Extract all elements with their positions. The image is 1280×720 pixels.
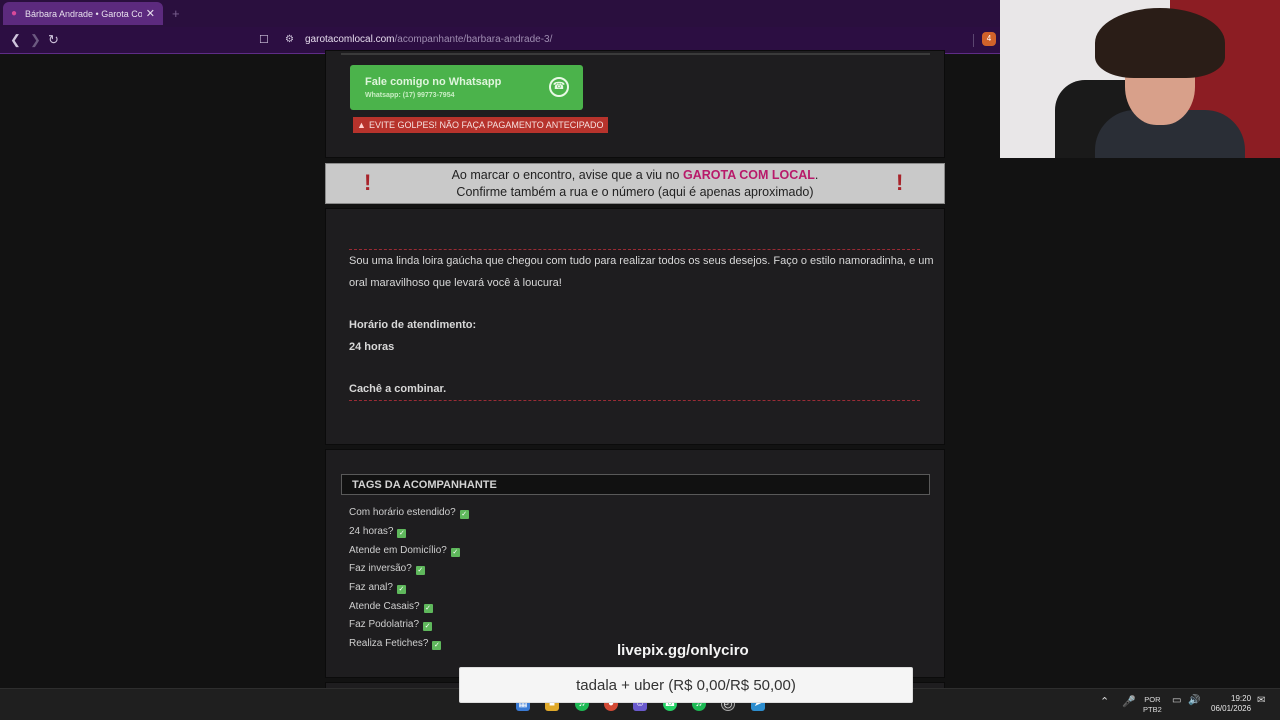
network-icon[interactable]: ▭ xyxy=(1172,695,1181,706)
cache-text: Cachê a combinar. xyxy=(349,383,447,395)
notice-line-2: Confirme também a rua e o número (aqui é… xyxy=(456,185,814,199)
tag-item: 24 horas? ✓ xyxy=(349,526,407,538)
keyboard-layout: PTB2 xyxy=(1143,705,1162,714)
reload-icon[interactable]: ↻ xyxy=(48,32,59,48)
tab-title: Bárbara Andrade • Garota Com xyxy=(25,8,142,19)
notice-text: Ao marcar o encontro, avise que a viu no xyxy=(451,168,683,182)
tag-label: 24 horas? xyxy=(349,526,394,537)
site-info-icon[interactable]: ⚙ xyxy=(285,32,294,48)
exclamation-icon: ! xyxy=(896,170,904,195)
checkmark-icon: ✓ xyxy=(415,566,425,575)
meeting-notice: ! Ao marcar o encontro, avise que a viu … xyxy=(325,163,945,204)
livepix-label: livepix.gg/onlyciro xyxy=(617,642,749,659)
webcam-overlay xyxy=(1000,0,1280,158)
hours-label: Horário de atendimento: xyxy=(349,319,477,331)
bookmark-icon[interactable]: ☐ xyxy=(259,32,269,48)
scam-warning-badge: ▲ EVITE GOLPES! NÃO FAÇA PAGAMENTO ANTEC… xyxy=(353,117,608,133)
dashed-divider xyxy=(349,249,920,250)
checkmark-icon: ✓ xyxy=(423,604,433,613)
checkmark-icon: ✓ xyxy=(432,641,442,650)
tag-item: Atende em Domicílio? ✓ xyxy=(349,545,460,557)
tag-label: Realiza Fetiches? xyxy=(349,638,429,649)
close-tab-icon[interactable]: ✕ xyxy=(146,7,155,20)
url-path: /acompanhante/barbara-andrade-3/ xyxy=(394,34,553,45)
browser-tab[interactable]: ● Bárbara Andrade • Garota Com ✕ xyxy=(3,2,163,25)
webcam-person-hair xyxy=(1095,8,1225,78)
url-field[interactable]: garotacomlocal.com/acompanhante/barbara-… xyxy=(305,34,552,45)
whatsapp-label: Fale comigo no Whatsapp xyxy=(365,76,502,88)
tag-label: Atende em Domicílio? xyxy=(349,545,447,556)
whatsapp-icon: ☎ xyxy=(549,77,569,97)
tag-label: Atende Casais? xyxy=(349,601,420,612)
notice-period: . xyxy=(814,168,819,182)
description-line-1: Sou uma linda loira gaúcha que chegou co… xyxy=(349,255,934,267)
microphone-icon[interactable]: 🎤 xyxy=(1122,695,1136,708)
extension-icon[interactable]: 4 xyxy=(982,32,996,46)
back-icon[interactable]: ❮ xyxy=(10,32,21,48)
checkmark-icon: ✓ xyxy=(459,510,469,519)
volume-icon[interactable]: 🔊 xyxy=(1188,695,1200,706)
checkmark-icon: ✓ xyxy=(450,548,460,557)
new-tab-icon[interactable]: + xyxy=(172,6,180,21)
notice-line-1: Ao marcar o encontro, avise que a viu no… xyxy=(326,168,944,182)
description-line-2: oral maravilhoso que levará você à loucu… xyxy=(349,277,562,289)
tag-label: Com horário estendido? xyxy=(349,507,456,518)
url-domain: garotacomlocal.com xyxy=(305,34,395,45)
checkmark-icon: ✓ xyxy=(397,529,407,538)
extension-badge: 4 xyxy=(986,34,992,43)
card-divider xyxy=(341,53,930,55)
donation-goal-bar: tadala + uber (R$ 0,00/R$ 50,00) xyxy=(459,667,913,703)
tag-item: Com horário estendido? ✓ xyxy=(349,507,469,519)
tag-label: Faz Podolatria? xyxy=(349,619,420,630)
whatsapp-number: Whatsapp: (17) 99773-7954 xyxy=(365,92,455,99)
tag-label: Faz anal? xyxy=(349,582,393,593)
language-indicator[interactable]: POR PTB2 xyxy=(1143,695,1162,715)
tags-heading: TAGS DA ACOMPANHANTE xyxy=(341,474,930,495)
whatsapp-button[interactable]: Fale comigo no Whatsapp Whatsapp: (17) 9… xyxy=(350,65,583,110)
checkmark-icon: ✓ xyxy=(396,585,406,594)
warning-icon: ▲ xyxy=(357,120,366,130)
tag-item: Faz anal? ✓ xyxy=(349,582,406,594)
tray-expand-icon[interactable]: ⌃ xyxy=(1100,695,1109,708)
tag-item: Atende Casais? ✓ xyxy=(349,601,433,613)
site-favicon-icon: ● xyxy=(11,7,18,19)
tag-label: Faz inversão? xyxy=(349,563,412,574)
hours-value: 24 horas xyxy=(349,341,395,353)
notice-brand: GAROTA COM LOCAL xyxy=(682,168,815,182)
tag-item: Faz inversão? ✓ xyxy=(349,563,425,575)
system-clock[interactable]: 19:20 06/01/2026 xyxy=(1211,694,1251,714)
tag-item: Realiza Fetiches? ✓ xyxy=(349,638,442,650)
warning-text: EVITE GOLPES! NÃO FAÇA PAGAMENTO ANTECIP… xyxy=(369,120,604,130)
dashed-divider xyxy=(349,400,920,401)
toolbar-divider xyxy=(973,34,974,47)
clock-time: 19:20 xyxy=(1231,694,1252,703)
notification-icon[interactable]: ✉ xyxy=(1257,695,1265,706)
language-code: POR xyxy=(1144,695,1161,704)
tag-item: Faz Podolatria? ✓ xyxy=(349,619,433,631)
forward-icon[interactable]: ❯ xyxy=(30,32,41,48)
checkmark-icon: ✓ xyxy=(423,622,433,631)
clock-date: 06/01/2026 xyxy=(1211,704,1252,713)
